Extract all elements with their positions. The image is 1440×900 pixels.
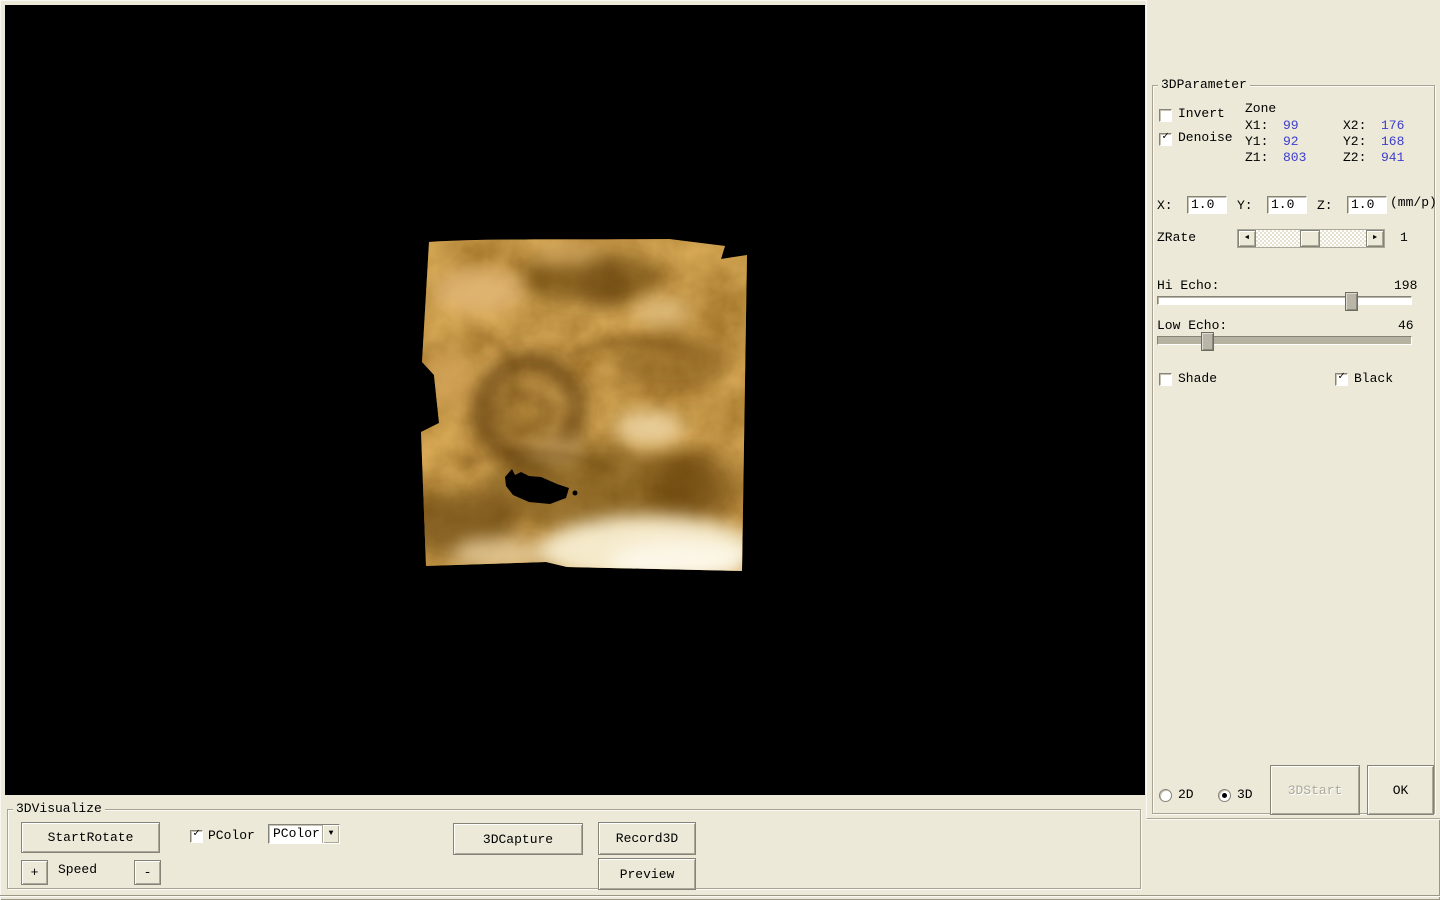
speed-label: Speed [58, 863, 97, 877]
zrate-value: 1 [1400, 231, 1408, 245]
volume-render-image [417, 236, 753, 574]
zrate-scroll-right-button[interactable]: ► [1366, 230, 1384, 247]
render-viewport[interactable] [5, 5, 1146, 795]
hi-echo-label: Hi Echo: [1157, 279, 1219, 293]
visualize-group-title: 3DVisualize [13, 802, 105, 816]
window-bottom-divider [0, 895, 1440, 896]
scroll-right-icon: ► [1373, 235, 1377, 242]
parameter-group-title: 3DParameter [1158, 78, 1250, 92]
shade-label: Shade [1178, 372, 1217, 386]
capture3d-button[interactable]: 3DCapture [453, 823, 583, 855]
hi-echo-slider-track[interactable] [1157, 296, 1412, 305]
pcolor-dropdown-button[interactable]: ▼ [322, 825, 339, 843]
zone-y2-value: 168 [1381, 135, 1404, 149]
y-scale-label: Y: [1237, 199, 1253, 213]
checkmark-icon [1160, 372, 1171, 383]
denoise-checkbox[interactable]: ✓ [1159, 133, 1172, 146]
x-scale-label: X: [1157, 199, 1173, 213]
checkmark-icon [1160, 108, 1171, 119]
chevron-down-icon: ▼ [329, 830, 334, 838]
zone-label: Zone [1245, 102, 1276, 116]
black-checkbox[interactable]: ✓ [1335, 373, 1348, 386]
parameter-groupbox: 3DParameter Invert ✓ Denoise Zone X1: 99… [1152, 85, 1435, 814]
zone-z2-value: 941 [1381, 151, 1404, 165]
zone-y1-label: Y1: [1245, 135, 1268, 149]
pcolor-label: PColor [208, 829, 255, 843]
ok-button[interactable]: OK [1367, 765, 1434, 815]
scale-unit-label: (mm/p) [1390, 196, 1437, 210]
checkmark-icon: ✓ [191, 829, 202, 840]
checkmark-icon: ✓ [1160, 132, 1171, 143]
zrate-scrollbar[interactable]: ◄ ► [1237, 229, 1385, 248]
speed-minus-button[interactable]: - [134, 860, 161, 885]
speed-plus-button[interactable]: + [21, 860, 48, 885]
x-scale-input[interactable]: 1.0 [1187, 196, 1227, 214]
mode-3d-label: 3D [1237, 788, 1253, 802]
zone-z2-label: Z2: [1343, 151, 1366, 165]
zone-z1-value: 803 [1283, 151, 1306, 165]
zrate-scroll-thumb[interactable] [1300, 230, 1320, 247]
denoise-label: Denoise [1178, 131, 1233, 145]
low-echo-label: Low Echo: [1157, 319, 1227, 333]
black-label: Black [1354, 372, 1393, 386]
low-echo-slider-thumb[interactable] [1201, 332, 1214, 351]
pcolor-dropdown[interactable]: PColor ▼ [268, 824, 340, 844]
start-rotate-button[interactable]: StartRotate [21, 822, 160, 853]
zone-y2-label: Y2: [1343, 135, 1366, 149]
zone-x1-value: 99 [1283, 119, 1299, 133]
zrate-label: ZRate [1157, 231, 1196, 245]
visualize-groupbox: 3DVisualize StartRotate ✓ PColor PColor … [7, 809, 1141, 889]
record3d-button[interactable]: Record3D [598, 822, 696, 855]
low-echo-slider-track[interactable] [1157, 336, 1412, 345]
zrate-scroll-left-button[interactable]: ◄ [1238, 230, 1256, 247]
zone-x2-label: X2: [1343, 119, 1366, 133]
mode-3d-radio[interactable] [1218, 789, 1231, 802]
zone-y1-value: 92 [1283, 135, 1299, 149]
invert-checkbox[interactable] [1159, 109, 1172, 122]
pcolor-checkbox[interactable]: ✓ [190, 830, 203, 843]
shade-checkbox[interactable] [1159, 373, 1172, 386]
hi-echo-slider-thumb[interactable] [1345, 292, 1358, 311]
scroll-left-icon: ◄ [1245, 235, 1249, 242]
start3d-button[interactable]: 3DStart [1270, 765, 1360, 815]
low-echo-value: 46 [1398, 319, 1414, 333]
parameter-panel: 3DParameter Invert ✓ Denoise Zone X1: 99… [1146, 0, 1440, 819]
mode-2d-radio[interactable] [1159, 789, 1172, 802]
hi-echo-value: 198 [1394, 279, 1417, 293]
checkmark-icon: ✓ [1336, 372, 1347, 383]
invert-label: Invert [1178, 107, 1225, 121]
mode-2d-label: 2D [1178, 788, 1194, 802]
z-scale-input[interactable]: 1.0 [1347, 196, 1387, 214]
y-scale-input[interactable]: 1.0 [1267, 196, 1307, 214]
preview-button[interactable]: Preview [598, 858, 696, 890]
zone-x1-label: X1: [1245, 119, 1268, 133]
zone-z1-label: Z1: [1245, 151, 1268, 165]
z-scale-label: Z: [1317, 199, 1333, 213]
pcolor-dropdown-value: PColor [273, 827, 320, 841]
zone-x2-value: 176 [1381, 119, 1404, 133]
